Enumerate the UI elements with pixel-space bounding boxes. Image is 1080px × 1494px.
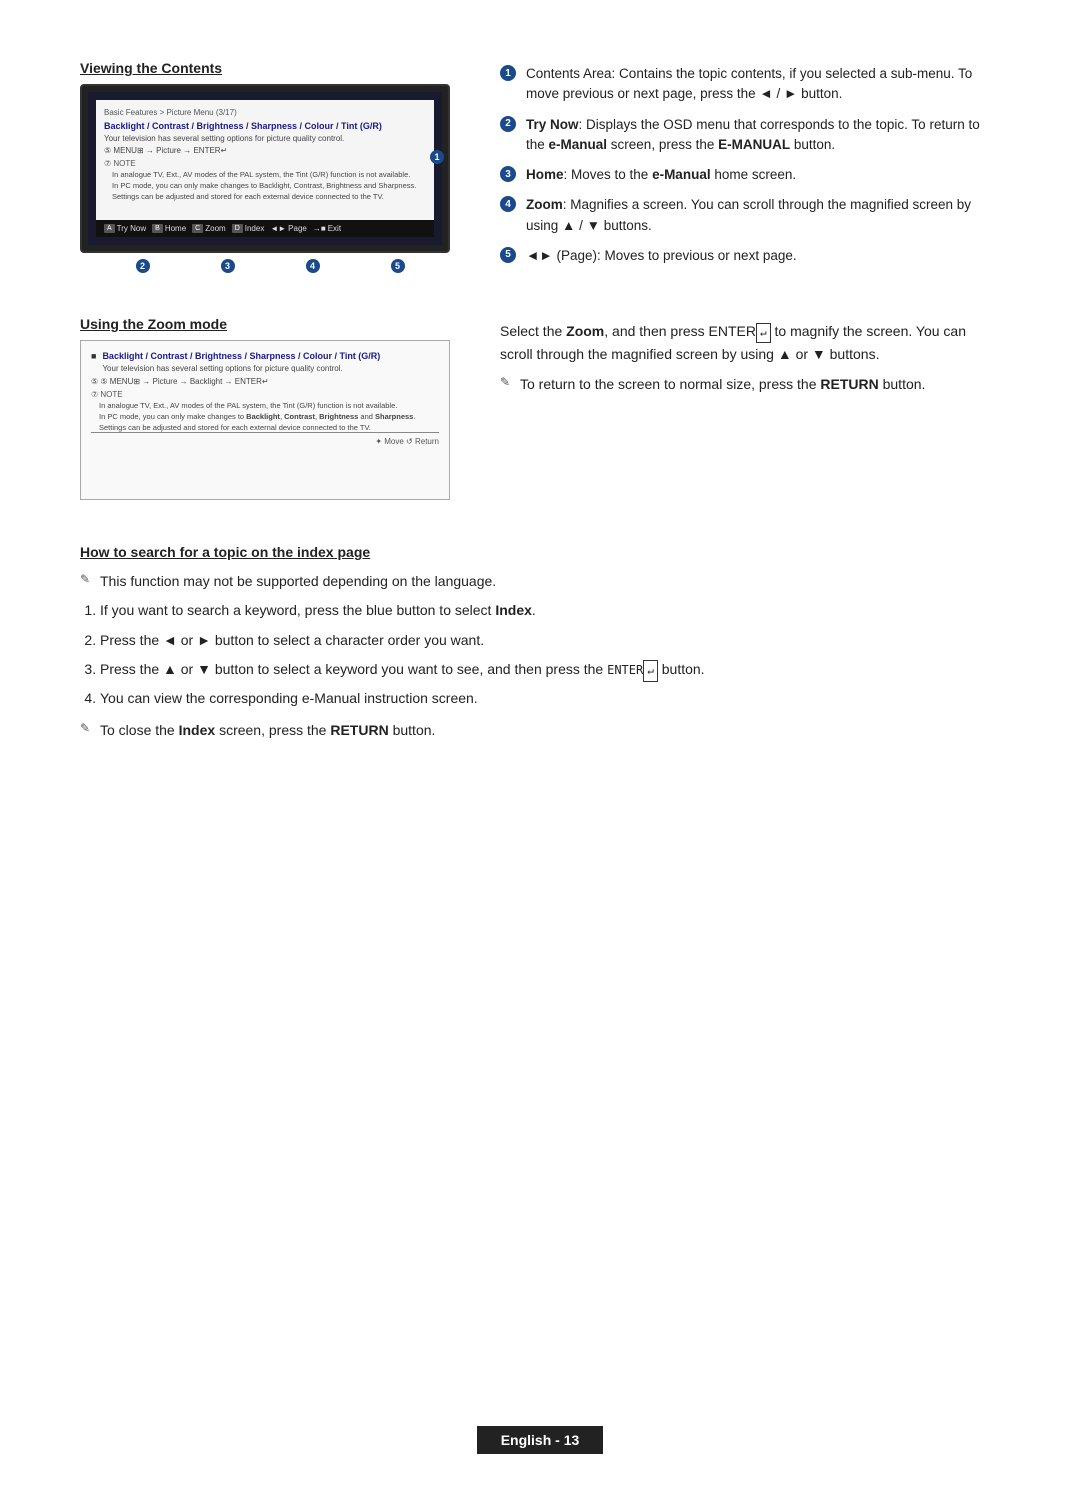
nav-home-label: Home xyxy=(165,224,186,233)
page-footer: English - 13 xyxy=(0,1426,1080,1454)
viewing-contents-title: Viewing the Contents xyxy=(80,60,460,76)
callout-1: 1 xyxy=(430,150,444,164)
nav-zoom-label: Zoom xyxy=(205,224,225,233)
page-footer-label: English - 13 xyxy=(477,1426,604,1454)
right-item-2-text: Try Now: Displays the OSD menu that corr… xyxy=(526,115,1000,156)
right-item-5-text: ◄► (Page): Moves to previous or next pag… xyxy=(526,246,797,266)
circle-5: 5 xyxy=(500,247,516,263)
tv-breadcrumb: Basic Features > Picture Menu (3/17) xyxy=(104,108,426,117)
how-to-footer-note: To close the Index screen, press the RET… xyxy=(80,719,1000,741)
key-c: C xyxy=(192,224,203,233)
tv-menu-path: ⑤ MENU⊞ → Picture → ENTER↵ xyxy=(104,146,426,155)
zoom-mode-para-2: To return to the screen to normal size, … xyxy=(500,373,1000,395)
callout-2: 2 xyxy=(136,259,150,273)
how-to-note: This function may not be supported depen… xyxy=(80,570,1000,592)
zoom-body: Your television has several setting opti… xyxy=(102,364,380,373)
tv-note-3: Settings can be adjusted and stored for … xyxy=(104,192,426,201)
step-4: You can view the corresponding e-Manual … xyxy=(100,686,1000,711)
step-2: Press the ◄ or ► button to select a char… xyxy=(100,628,1000,653)
nav-exit: →■ Exit xyxy=(313,224,341,233)
nav-index: D Index xyxy=(232,224,265,233)
key-b: B xyxy=(152,224,163,233)
how-to-search-title: How to search for a topic on the index p… xyxy=(80,544,1000,560)
right-item-2: 2 Try Now: Displays the OSD menu that co… xyxy=(500,115,1000,156)
callout-5: 5 xyxy=(391,259,405,273)
zoom-footer: ✦ Move ↺ Return xyxy=(91,432,439,446)
key-d: D xyxy=(232,224,243,233)
zoom-screen-mockup: ■ Backlight / Contrast / Brightness / Sh… xyxy=(80,340,450,500)
zoom-mode-title: Using the Zoom mode xyxy=(80,316,460,332)
tv-note-2: In PC mode, you can only make changes to… xyxy=(104,181,426,190)
enter-key-2: ↵ xyxy=(643,660,658,682)
viewing-contents-list: 1 Contents Area: Contains the topic cont… xyxy=(500,64,1000,266)
zoom-note-icon: ⑦ NOTE xyxy=(91,390,439,399)
zoom-topic-title: Backlight / Contrast / Brightness / Shar… xyxy=(102,351,380,361)
nav-try-now-label: Try Now xyxy=(117,224,146,233)
zoom-topic-row: ■ Backlight / Contrast / Brightness / Sh… xyxy=(91,351,439,373)
right-item-1-text: Contents Area: Contains the topic conten… xyxy=(526,64,1000,105)
tv-note-section: ⑦ NOTE In analogue TV, Ext., AV modes of… xyxy=(104,159,426,201)
nav-exit-label: Exit xyxy=(328,224,341,233)
right-item-1: 1 Contents Area: Contains the topic cont… xyxy=(500,64,1000,105)
nav-page-icon: ◄► xyxy=(270,224,286,233)
tv-topic-title: Backlight / Contrast / Brightness / Shar… xyxy=(104,121,426,131)
tv-body-text: Your television has several setting opti… xyxy=(104,134,426,143)
nav-page: ◄► Page xyxy=(270,224,307,233)
menu-icon: ⑤ xyxy=(104,146,111,155)
callout-4: 4 xyxy=(306,259,320,273)
circle-1: 1 xyxy=(500,65,516,81)
nav-page-label: Page xyxy=(288,224,307,233)
nav-exit-icon: →■ xyxy=(313,224,326,233)
zoom-mode-para-1: Select the Zoom, and then press ENTER↵ t… xyxy=(500,320,1000,365)
circle-3: 3 xyxy=(500,166,516,182)
zoom-mode-right: Select the Zoom, and then press ENTER↵ t… xyxy=(500,316,1000,504)
viewing-contents-section: Viewing the Contents Basic Features > Pi… xyxy=(80,60,1000,276)
note-icon: ⑦ NOTE xyxy=(104,159,426,168)
nav-home: B Home xyxy=(152,224,186,233)
zoom-topic-content: Backlight / Contrast / Brightness / Shar… xyxy=(102,351,380,373)
enter-key-icon: ↵ xyxy=(756,323,771,343)
zoom-mode-section: Using the Zoom mode ■ Backlight / Contra… xyxy=(80,316,1000,504)
right-item-5: 5 ◄► (Page): Moves to previous or next p… xyxy=(500,246,1000,266)
key-a: A xyxy=(104,224,115,233)
right-item-3: 3 Home: Moves to the e-Manual home scree… xyxy=(500,165,1000,185)
zoom-mode-left: Using the Zoom mode ■ Backlight / Contra… xyxy=(80,316,460,504)
circle-4: 4 xyxy=(500,196,516,212)
tv-note-1: In analogue TV, Ext., AV modes of the PA… xyxy=(104,170,426,179)
nav-index-label: Index xyxy=(245,224,265,233)
circle-2: 2 xyxy=(500,116,516,132)
right-item-3-text: Home: Moves to the e-Manual home screen. xyxy=(526,165,796,185)
zoom-note-2: In PC mode, you can only make changes to… xyxy=(91,412,439,421)
steps-list: If you want to search a keyword, press t… xyxy=(100,598,1000,711)
tv-nav-bar: A Try Now B Home C Zoom D Index xyxy=(96,220,434,237)
tv-screen-mockup: Basic Features > Picture Menu (3/17) Bac… xyxy=(80,84,450,253)
zoom-menu-path: ⑤ ⑤ MENU⊞ → Picture → Backlight → ENTER↵ xyxy=(91,377,439,386)
right-item-4: 4 Zoom: Magnifies a screen. You can scro… xyxy=(500,195,1000,236)
nav-try-now: A Try Now xyxy=(104,224,146,233)
tv-bottom-callouts: 2 3 4 5 xyxy=(80,257,460,273)
callout-3: 3 xyxy=(221,259,235,273)
right-item-4-text: Zoom: Magnifies a screen. You can scroll… xyxy=(526,195,1000,236)
how-to-search-section: How to search for a topic on the index p… xyxy=(80,544,1000,742)
nav-zoom: C Zoom xyxy=(192,224,226,233)
tv-content-area: Basic Features > Picture Menu (3/17) Bac… xyxy=(96,100,434,220)
step-1: If you want to search a keyword, press t… xyxy=(100,598,1000,623)
viewing-contents-right: 1 Contents Area: Contains the topic cont… xyxy=(500,60,1000,276)
zoom-bullet: ■ xyxy=(91,351,96,361)
tv-inner: Basic Features > Picture Menu (3/17) Bac… xyxy=(88,92,442,245)
menu-circle-icon: ⑤ xyxy=(91,377,98,386)
step-3: Press the ▲ or ▼ button to select a keyw… xyxy=(100,657,1000,682)
zoom-note-1: In analogue TV, Ext., AV modes of the PA… xyxy=(91,401,439,410)
viewing-contents-left: Viewing the Contents Basic Features > Pi… xyxy=(80,60,460,276)
how-to-steps: If you want to search a keyword, press t… xyxy=(80,598,1000,711)
zoom-note-3: Settings can be adjusted and stored for … xyxy=(91,423,439,432)
